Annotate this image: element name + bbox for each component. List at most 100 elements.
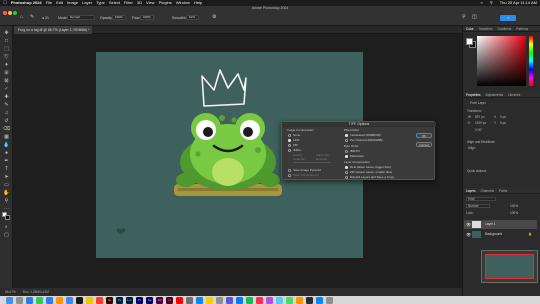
window-close-button[interactable] [3, 11, 7, 15]
after-effects-icon[interactable]: Ae [146, 296, 153, 304]
brush-tool-icon[interactable]: ✎ [30, 14, 34, 20]
pixel-order-per-channel-label[interactable]: Per Channel (RRGGBB) [350, 138, 383, 143]
zoom-level[interactable]: 66.67% [5, 290, 16, 294]
byte-order-mac-radio[interactable] [345, 155, 348, 158]
byte-order-mac-label[interactable]: Macintosh [350, 154, 364, 159]
layer-row-background[interactable]: 👁 Background 🔒 [464, 230, 537, 239]
brush-size-preset[interactable]: ● 21 [42, 16, 49, 20]
app-icon[interactable] [256, 296, 263, 304]
layer-row-layer1[interactable]: 👁 Layer 1 [464, 220, 537, 229]
tab-channels[interactable]: Channels [481, 188, 494, 193]
visibility-eye-icon[interactable]: 👁 [466, 220, 471, 229]
tab-paths[interactable]: Paths [499, 188, 507, 193]
tab-patterns[interactable]: Patterns [516, 26, 528, 31]
byte-order-ibm-radio[interactable] [345, 150, 348, 153]
tab-gradients[interactable]: Gradients [497, 26, 511, 31]
blur-tool-icon[interactable]: 💧 [3, 142, 10, 148]
discord-icon[interactable] [226, 296, 233, 304]
launchpad-icon[interactable] [16, 296, 23, 304]
compression-lzw-label[interactable]: LZW [293, 138, 299, 143]
brush-tool-icon[interactable]: ✎ [3, 102, 10, 108]
transform-heading[interactable]: Transform [467, 109, 481, 113]
tab-color[interactable]: Color [466, 26, 474, 31]
smoothing-field[interactable]: 10% [186, 15, 199, 20]
mode-dropdown[interactable]: Normal [67, 15, 95, 20]
color-picker-field[interactable] [477, 36, 526, 86]
app-store-icon[interactable] [196, 296, 203, 304]
screen-mode-icon[interactable]: ▢ [3, 232, 10, 238]
tab-adjustments[interactable]: Adjustments [486, 92, 504, 97]
navigator-view-box[interactable] [485, 254, 534, 279]
flow-field[interactable]: 100% [140, 15, 154, 20]
illustrator-icon[interactable]: Ai [106, 296, 113, 304]
w-field[interactable]: 897 px [475, 115, 485, 119]
healing-brush-icon[interactable]: ✚ [3, 94, 10, 100]
app-icon[interactable] [296, 296, 303, 304]
tab-libraries[interactable]: Libraries [508, 92, 520, 97]
layer-zip-label[interactable]: ZIP (slower saves, smaller files) [350, 170, 392, 175]
layer-rle-label[interactable]: RLE (faster saves, bigger files) [350, 165, 391, 170]
save-transparency-checkbox[interactable] [288, 174, 291, 177]
marquee-tool-icon[interactable]: ⬚ [3, 46, 10, 52]
type-tool-icon[interactable]: T [3, 166, 10, 172]
shape-tool-icon[interactable]: ▭ [3, 182, 10, 188]
workspace-icon[interactable]: ◫ [472, 14, 477, 20]
align-distribute-heading[interactable]: Align and Distribute [467, 140, 495, 144]
pixel-order-interleaved-radio[interactable] [345, 134, 348, 137]
premiere-icon[interactable]: Pr [136, 296, 143, 304]
byte-order-ibm-label[interactable]: IBM PC [350, 149, 360, 154]
compression-lzw-radio[interactable] [288, 139, 291, 142]
crop-tool-icon[interactable]: ⊞ [3, 70, 10, 76]
layer-opacity-value[interactable]: 100% [510, 204, 518, 208]
visibility-eye-icon[interactable]: 👁 [466, 230, 471, 239]
pixel-order-per-channel-radio[interactable] [345, 139, 348, 142]
path-select-icon[interactable]: ➤ [3, 174, 10, 180]
foreground-color-chip[interactable] [466, 38, 473, 45]
quick-mask-icon[interactable]: ◐ [3, 224, 10, 230]
pen-tool-icon[interactable]: ✒ [3, 158, 10, 164]
messages-icon[interactable] [36, 296, 43, 304]
compression-zip-radio[interactable] [288, 144, 291, 147]
chrome-icon[interactable] [66, 296, 73, 304]
downloads-folder-icon[interactable] [316, 296, 323, 304]
save-transparency-label[interactable]: Save Transparency [293, 173, 319, 178]
app-icon[interactable] [276, 296, 283, 304]
clone-stamp-icon[interactable]: ♫ [3, 110, 10, 116]
angle-field[interactable]: 0.00° [475, 128, 482, 132]
frame-tool-icon[interactable]: ⊠ [3, 78, 10, 84]
notes-icon[interactable] [86, 296, 93, 304]
photos-icon[interactable] [206, 296, 213, 304]
dodge-tool-icon[interactable]: ● [3, 150, 10, 156]
pixel-order-interleaved-label[interactable]: Interleaved (RGBRGB) [350, 133, 381, 138]
mail-icon[interactable] [46, 296, 53, 304]
quick-actions-heading[interactable]: Quick Actions [467, 169, 486, 173]
lightroom-classic-icon[interactable]: Lrc [126, 296, 133, 304]
h-field[interactable]: 1159 px [475, 121, 486, 125]
layer-discard-radio[interactable] [345, 176, 348, 179]
y-field[interactable]: 0 px [500, 121, 506, 125]
quality-slider[interactable] [293, 162, 331, 163]
share-button[interactable]: ↗ [500, 15, 516, 21]
system-settings-icon[interactable] [216, 296, 223, 304]
spotify-icon[interactable] [246, 296, 253, 304]
fill-value[interactable]: 100% [510, 211, 518, 215]
layer-name[interactable]: Layer 1 [485, 220, 496, 229]
safari-icon[interactable] [26, 296, 33, 304]
compression-zip-label[interactable]: ZIP [293, 143, 298, 148]
layer-discard-label[interactable]: Discard Layers and Save a Copy [350, 175, 394, 180]
app-icon[interactable] [286, 296, 293, 304]
opacity-field[interactable]: 100% [112, 15, 126, 20]
indesign-icon[interactable]: Id [166, 296, 173, 304]
gradient-tool-icon[interactable]: ▦ [3, 134, 10, 140]
app-icon[interactable] [76, 296, 83, 304]
layer-name[interactable]: Background [485, 230, 502, 239]
layer-rle-radio[interactable] [345, 166, 348, 169]
creative-cloud-icon[interactable] [176, 296, 183, 304]
artboard-tool-icon[interactable]: □ [3, 38, 10, 44]
x-field[interactable]: 0 px [500, 115, 506, 119]
settings-gear-icon[interactable]: ⚙ [212, 14, 216, 20]
app-icon[interactable] [266, 296, 273, 304]
music-icon[interactable] [96, 296, 103, 304]
firefox-icon[interactable] [56, 296, 63, 304]
calendar-icon[interactable] [186, 296, 193, 304]
